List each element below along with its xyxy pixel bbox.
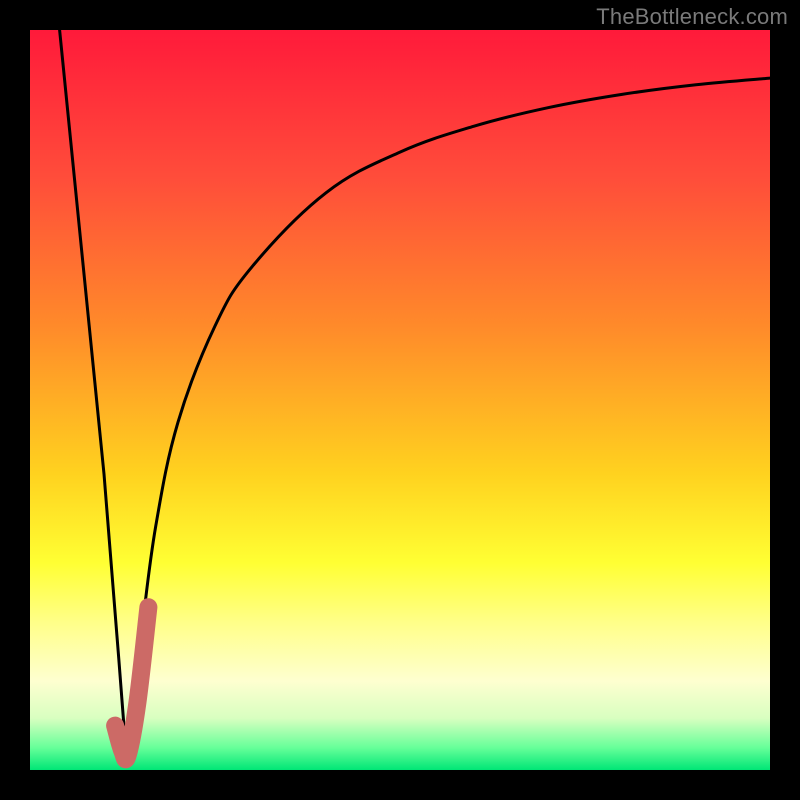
attribution-text: TheBottleneck.com: [596, 4, 788, 30]
plot-area: [30, 30, 770, 770]
chart-frame: TheBottleneck.com: [0, 0, 800, 800]
left-wall-line: [60, 30, 127, 755]
curves-layer: [30, 30, 770, 770]
right-curve-line: [126, 78, 770, 755]
